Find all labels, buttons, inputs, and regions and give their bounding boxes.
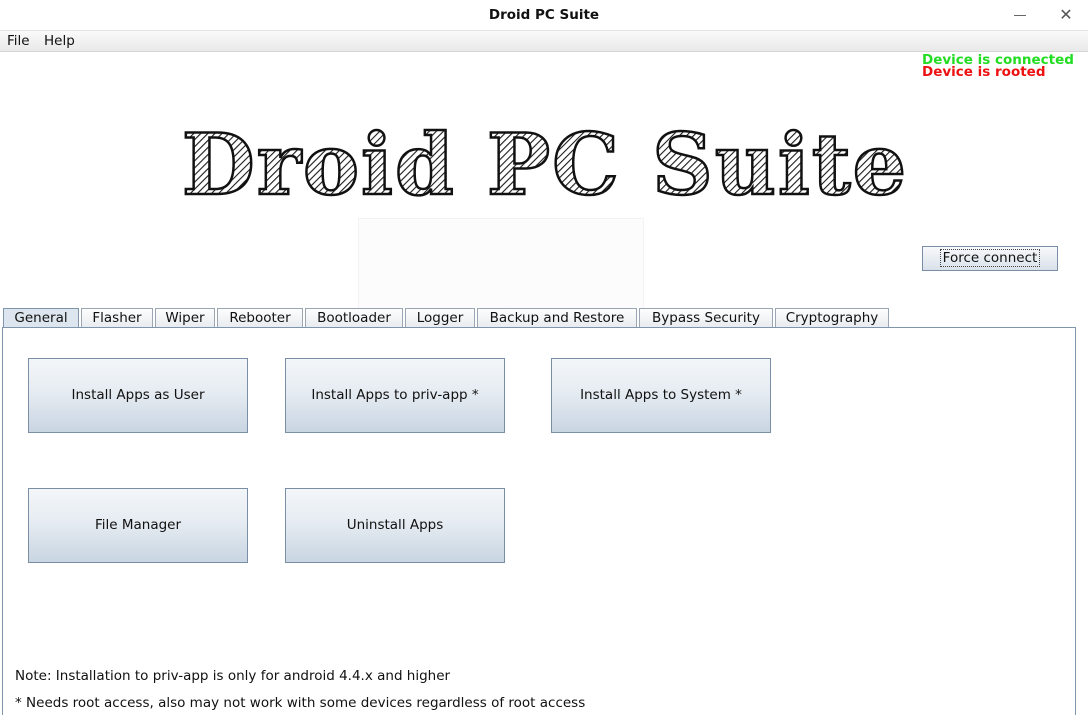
force-connect-label: Force connect [939, 249, 1041, 267]
menu-file[interactable]: File [7, 33, 30, 49]
menu-bar: File Help [0, 31, 1088, 52]
minimize-icon[interactable] [1005, 4, 1033, 26]
window-title: Droid PC Suite [488, 7, 600, 23]
close-icon[interactable]: ✕ [1052, 4, 1080, 26]
menu-help[interactable]: Help [44, 33, 75, 49]
install-apps-as-user-button[interactable]: Install Apps as User [28, 358, 248, 433]
tab-backup-and-restore[interactable]: Backup and Restore [477, 308, 637, 328]
tab-wiper[interactable]: Wiper [155, 308, 215, 328]
install-apps-to-priv-app-button[interactable]: Install Apps to priv-app * [285, 358, 505, 433]
file-manager-button[interactable]: File Manager [28, 488, 248, 563]
tab-cryptography[interactable]: Cryptography [775, 308, 889, 328]
tab-logger[interactable]: Logger [405, 308, 475, 328]
install-apps-to-system-button[interactable]: Install Apps to System * [551, 358, 771, 433]
root-access-note: * Needs root access, also may not work w… [15, 695, 586, 711]
uninstall-apps-button[interactable]: Uninstall Apps [285, 488, 505, 563]
tab-general[interactable]: General [3, 308, 79, 328]
tab-bypass-security[interactable]: Bypass Security [639, 308, 773, 328]
tab-flasher[interactable]: Flasher [81, 308, 153, 328]
device-rooted-status: Device is rooted [922, 64, 1046, 80]
tab-bootloader[interactable]: Bootloader [305, 308, 403, 328]
app-logo: Droid PC Suite [181, 114, 908, 210]
tab-rebooter[interactable]: Rebooter [217, 308, 303, 328]
force-connect-button[interactable]: Force connect [922, 246, 1058, 271]
priv-app-note: Note: Installation to priv-app is only f… [15, 668, 451, 684]
logo-text: Droid PC Suite [182, 115, 908, 210]
title-bar: Droid PC Suite ✕ [0, 0, 1088, 31]
